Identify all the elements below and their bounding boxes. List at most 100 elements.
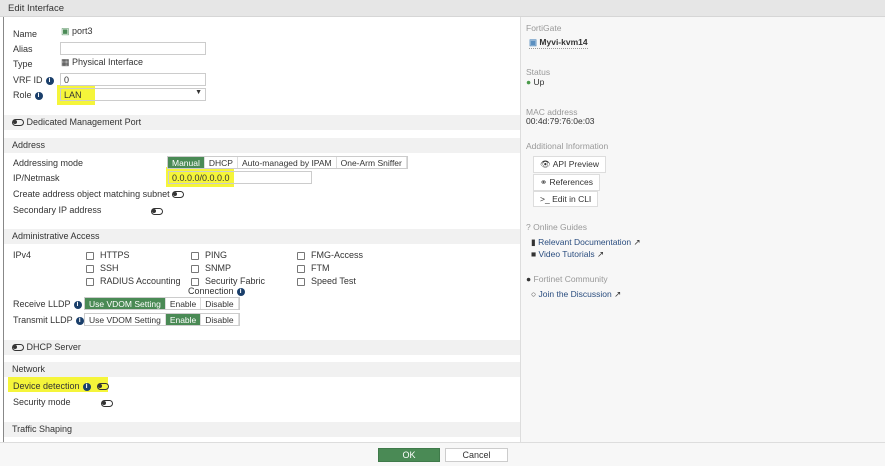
secondary-ip-toggle[interactable]: [151, 208, 163, 216]
role-select[interactable]: LAN ▼: [60, 88, 206, 101]
section-admin-access: Administrative Access: [4, 229, 520, 244]
join-discussion-link[interactable]: ○ Join the Discussion ↗: [531, 289, 621, 300]
section-address: Address: [4, 138, 520, 153]
cb-label: SNMP: [205, 263, 232, 273]
port-icon: ▣: [61, 26, 70, 36]
info-icon[interactable]: i: [34, 91, 43, 100]
eye-icon: 👁: [540, 159, 551, 169]
external-link-icon: ↗: [633, 237, 641, 247]
ip-label: IP/Netmask: [13, 173, 60, 183]
checkbox-speed-test[interactable]: Speed Test: [297, 276, 356, 286]
alias-input[interactable]: [60, 42, 206, 55]
info-icon[interactable]: i: [236, 287, 245, 296]
cb-label-cont: Connection: [188, 286, 234, 296]
checkbox-radius[interactable]: RADIUS Accounting: [86, 276, 181, 286]
chevron-down-icon: ▼: [195, 89, 202, 96]
name-value: ▣ port3: [61, 26, 93, 37]
vrf-text: VRF ID: [13, 75, 43, 85]
create-addr-text: Create address object matching subnet: [13, 189, 170, 199]
info-icon[interactable]: i: [82, 382, 91, 391]
transmit-lldp-text: Transmit LLDP: [13, 315, 73, 325]
cb-label: RADIUS Accounting: [100, 276, 181, 286]
edit-cli-button[interactable]: >_ Edit in CLI: [533, 191, 599, 207]
dhcp-server-toggle[interactable]: [12, 344, 24, 352]
status-text: Up: [533, 77, 545, 87]
comment-icon: ○: [531, 289, 537, 299]
fortigate-name: Myvi-kvm14: [539, 37, 588, 47]
cb-label: PING: [205, 250, 228, 260]
alias-label: Alias: [13, 44, 33, 54]
mode-sniffer[interactable]: One-Arm Sniffer: [336, 157, 407, 168]
dedicated-mgmt-label: Dedicated Management Port: [26, 117, 142, 127]
device-icon: ▣: [529, 37, 538, 47]
checkbox-ping[interactable]: PING: [191, 250, 227, 260]
dedicated-mgmt-toggle[interactable]: [12, 119, 24, 127]
transmit-lldp-selector: Use VDOM Setting Enable Disable: [84, 313, 240, 326]
info-icon[interactable]: i: [45, 76, 54, 85]
ok-button[interactable]: OK: [378, 448, 440, 462]
checkbox-fmg-access[interactable]: FMG-Access: [297, 250, 363, 260]
external-link-icon: ↗: [596, 249, 605, 259]
receive-disable[interactable]: Disable: [201, 298, 239, 309]
mode-ipam[interactable]: Auto-managed by IPAM: [237, 157, 337, 168]
mac-value: 00:4d:79:76:0e:03: [526, 116, 595, 126]
checkbox-https[interactable]: HTTPS: [86, 250, 130, 260]
type-text: Physical Interface: [72, 57, 144, 67]
dhcp-server-label: DHCP Server: [26, 342, 81, 352]
receive-lldp-text: Receive LLDP: [13, 299, 71, 309]
relevant-docs-link[interactable]: ▮ Relevant Documentation ↗: [531, 237, 641, 248]
addressing-mode-label: Addressing mode: [13, 158, 84, 168]
checkbox-ssh[interactable]: SSH: [86, 263, 119, 273]
community-text: Fortinet Community: [533, 274, 608, 284]
api-preview-button[interactable]: 👁 API Preview: [533, 156, 606, 173]
vrf-input[interactable]: 0: [60, 73, 206, 86]
role-value: LAN: [64, 90, 82, 100]
relevant-docs-text: Relevant Documentation: [538, 237, 632, 247]
status-up-icon: ●: [526, 77, 532, 87]
community-label: ● Fortinet Community: [526, 274, 608, 284]
status-label: Status: [526, 67, 551, 77]
book-icon: ▮: [531, 237, 536, 247]
fortigate-value[interactable]: ▣ Myvi-kvm14: [529, 37, 588, 49]
transmit-enable[interactable]: Enable: [165, 314, 202, 325]
security-fabric-cont: Connection i: [188, 286, 245, 296]
cb-label: SSH: [100, 263, 119, 273]
references-button[interactable]: ⚭ References: [533, 174, 600, 191]
checkbox-ftm[interactable]: FTM: [297, 263, 330, 273]
mode-dhcp[interactable]: DHCP: [204, 157, 238, 168]
receive-lldp-selector: Use VDOM Setting Enable Disable: [84, 297, 240, 310]
dialog-title: Edit Interface: [0, 0, 885, 17]
info-icon[interactable]: i: [75, 316, 84, 325]
ipv4-label: IPv4: [13, 250, 32, 260]
cb-label: FMG-Access: [311, 250, 364, 260]
online-guides-text: Online Guides: [533, 222, 587, 232]
security-mode-toggle[interactable]: [100, 400, 113, 408]
mode-manual[interactable]: Manual: [168, 157, 205, 168]
secondary-ip-label: Secondary IP address: [13, 205, 102, 215]
join-discussion-text: Join the Discussion: [538, 289, 612, 299]
cb-label: Security Fabric: [205, 276, 266, 286]
ip-input[interactable]: 0.0.0.0/0.0.0.0: [168, 171, 312, 184]
cancel-button[interactable]: Cancel: [445, 448, 508, 462]
receive-use-vdom[interactable]: Use VDOM Setting: [85, 298, 166, 309]
receive-enable[interactable]: Enable: [165, 298, 202, 309]
create-addr-toggle[interactable]: [172, 191, 185, 199]
device-detection-label: Device detection i: [13, 381, 110, 391]
cb-label: HTTPS: [100, 250, 130, 260]
info-icon[interactable]: i: [73, 300, 82, 309]
transmit-use-vdom[interactable]: Use VDOM Setting: [85, 314, 166, 325]
section-network: Network: [4, 362, 520, 377]
additional-info-label: Additional Information: [526, 141, 609, 151]
video-tutorials-text: Video Tutorials: [538, 249, 595, 259]
security-mode-label: Security mode: [13, 397, 71, 407]
dialog-footer: OK Cancel: [0, 442, 885, 466]
device-detection-toggle[interactable]: [97, 383, 110, 391]
checkbox-security-fabric[interactable]: Security Fabric: [191, 276, 265, 286]
external-link-icon: ↗: [614, 289, 622, 299]
video-tutorials-link[interactable]: ■ Video Tutorials ↗: [531, 249, 604, 260]
transmit-disable[interactable]: Disable: [201, 314, 239, 325]
checkbox-snmp[interactable]: SNMP: [191, 263, 231, 273]
vrf-label: VRF ID i: [13, 75, 54, 85]
terminal-icon: >_: [540, 194, 550, 204]
comments-icon: ●: [526, 274, 532, 284]
